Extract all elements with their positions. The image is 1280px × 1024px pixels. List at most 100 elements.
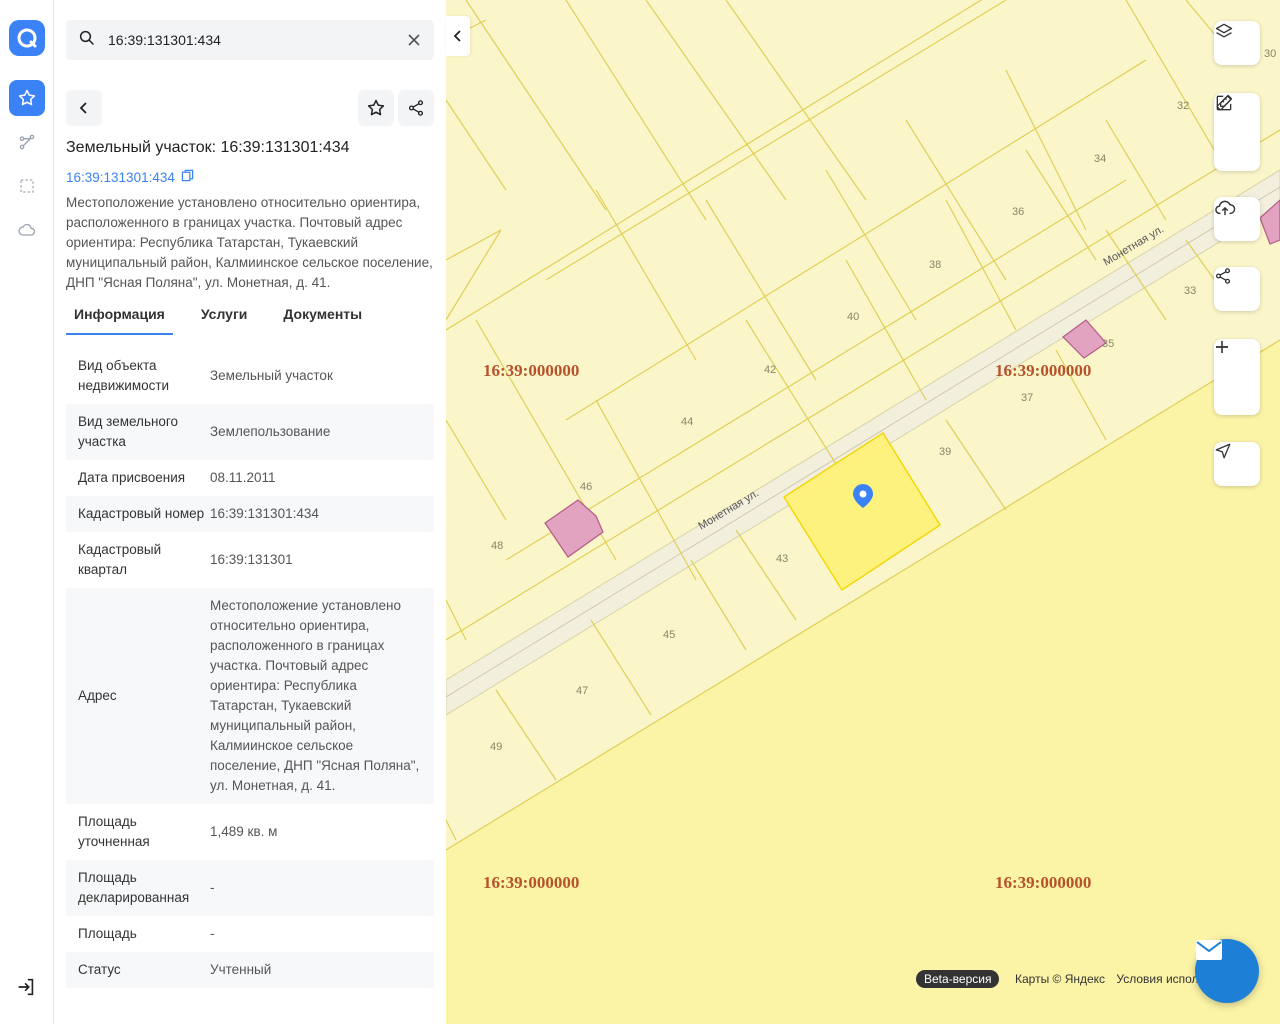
logout-icon[interactable] [15, 976, 37, 1003]
plot-number: 30 [1264, 48, 1276, 60]
info-table: Вид объекта недвижимости Земельный участо… [66, 348, 434, 988]
map-share-button[interactable] [1214, 267, 1260, 311]
route-icon[interactable] [9, 124, 45, 160]
plot-number: 46 [580, 481, 592, 493]
quarter-label: 16:39:000000 [995, 361, 1091, 380]
row-key: Площадь [78, 926, 137, 941]
share-icon [1215, 268, 1231, 284]
row-value: Учтенный [210, 962, 272, 977]
search-input[interactable]: 16:39:131301:434 [108, 32, 406, 48]
plot-number: 39 [939, 446, 951, 458]
plot-number: 45 [663, 629, 675, 641]
chevron-left-icon [453, 30, 461, 42]
quarter-label: 16:39:000000 [483, 873, 579, 892]
quarter-label: 16:39:000000 [483, 361, 579, 380]
row-value: Землепользование [210, 424, 331, 439]
plot-number: 37 [1021, 392, 1033, 404]
row-key: Кадастровый номер [78, 506, 205, 521]
layers-button[interactable] [1214, 21, 1260, 65]
row-key: Кадастровый квартал [78, 542, 162, 577]
row-key: Вид земельного участка [78, 414, 179, 449]
map-canvas[interactable]: 30 32 34 36 38 40 42 44 46 48 33 35 37 3… [446, 0, 1280, 1024]
plot-number: 34 [1094, 153, 1106, 165]
upload-button[interactable] [1214, 197, 1260, 241]
clear-search-icon[interactable] [406, 32, 422, 48]
table-row: Площадь декларированная - [66, 860, 434, 916]
quarter-label: 16:39:000000 [995, 873, 1091, 892]
cadastral-link[interactable]: 16:39:131301:434 [66, 169, 194, 185]
cadastral-number-link[interactable]: 16:39:131301:434 [66, 170, 175, 185]
tab-documents[interactable]: Документы [275, 303, 370, 335]
collapse-panel-button[interactable] [446, 16, 470, 56]
cloud-upload-icon [1215, 200, 1236, 216]
search-bar[interactable]: 16:39:131301:434 [66, 20, 434, 60]
tabs-bar: Информация Услуги Документы [66, 303, 434, 335]
layers-icon [1215, 23, 1233, 38]
table-row: Дата присвоения 08.11.2011 [66, 460, 434, 496]
plot-number: 32 [1177, 100, 1189, 112]
my-location-button[interactable] [1214, 442, 1260, 486]
plot-number: 47 [576, 685, 588, 697]
terms-link[interactable]: Условия испол [1116, 972, 1198, 986]
row-key: Адрес [78, 688, 117, 703]
plot-number: 44 [681, 416, 693, 428]
table-row: Адрес Местоположение установлено относите… [66, 588, 434, 804]
table-row: Вид объекта недвижимости Земельный участо… [66, 348, 434, 404]
share-button[interactable] [398, 90, 434, 126]
copy-icon[interactable] [181, 169, 194, 185]
star-icon [367, 99, 385, 116]
tab-info[interactable]: Информация [66, 303, 173, 335]
plot-number: 36 [1012, 206, 1024, 218]
map-copyright: Карты © Яндекс Условия испол [1015, 972, 1199, 986]
back-button[interactable] [66, 90, 102, 126]
row-key: Площадь уточненная [78, 814, 150, 849]
app-logo-icon[interactable] [9, 20, 45, 56]
plot-number: 38 [929, 259, 941, 271]
object-title: Земельный участок: 16:39:131301:434 [66, 139, 350, 156]
row-key: Площадь декларированная [78, 870, 190, 905]
row-key: Статус [78, 962, 121, 977]
row-key: Вид объекта недвижимости [78, 358, 170, 393]
share-icon [408, 100, 424, 116]
row-value: - [210, 926, 215, 941]
table-row: Вид земельного участка Землепользование [66, 404, 434, 460]
table-row: Статус Учтенный [66, 952, 434, 988]
cloud-icon[interactable] [9, 212, 45, 248]
plot-number: 33 [1184, 285, 1196, 297]
copyright-text[interactable]: Карты © Яндекс [1015, 972, 1105, 986]
table-row: Кадастровый номер 16:39:131301:434 [66, 496, 434, 532]
row-value: Земельный участок [210, 368, 333, 383]
tools-group [1214, 93, 1260, 171]
mail-icon [1196, 940, 1222, 960]
feedback-button[interactable] [1195, 939, 1259, 1003]
plot-number: 48 [491, 540, 503, 552]
object-description: Местоположение установлено относительно … [66, 195, 433, 290]
plot-number: 40 [847, 311, 859, 323]
navigation-arrow-icon [1215, 443, 1231, 459]
favorites-star-icon[interactable] [9, 80, 45, 116]
select-area-icon[interactable] [9, 168, 45, 204]
zoom-group [1214, 339, 1260, 415]
tab-services[interactable]: Услуги [193, 303, 256, 335]
table-row: Площадь - [66, 916, 434, 952]
row-value: Местоположение установлено относительно … [210, 598, 420, 793]
left-rail [0, 0, 54, 1024]
building-46 [544, 499, 604, 558]
row-value: 16:39:131301 [210, 552, 293, 567]
row-value: - [210, 880, 215, 895]
cadastral-map[interactable]: 30 32 34 36 38 40 42 44 46 48 33 35 37 3… [446, 0, 1280, 1024]
table-row: Кадастровый квартал 16:39:131301 [66, 532, 434, 588]
search-icon [78, 29, 96, 52]
favorite-button[interactable] [358, 90, 394, 126]
plot-number: 49 [490, 741, 502, 753]
beta-badge: Beta-версия [916, 970, 1000, 988]
row-value: 1,489 кв. м [210, 824, 278, 839]
row-key: Дата присвоения [78, 470, 186, 485]
object-panel: 16:39:131301:434 Земельный участок: 16:3… [54, 0, 446, 1024]
plot-number: 35 [1102, 338, 1114, 350]
plot-number: 42 [764, 364, 776, 376]
row-value: 08.11.2011 [210, 470, 276, 485]
plot-number: 43 [776, 553, 788, 565]
table-row: Площадь уточненная 1,489 кв. м [66, 804, 434, 860]
row-value: 16:39:131301:434 [210, 506, 319, 521]
